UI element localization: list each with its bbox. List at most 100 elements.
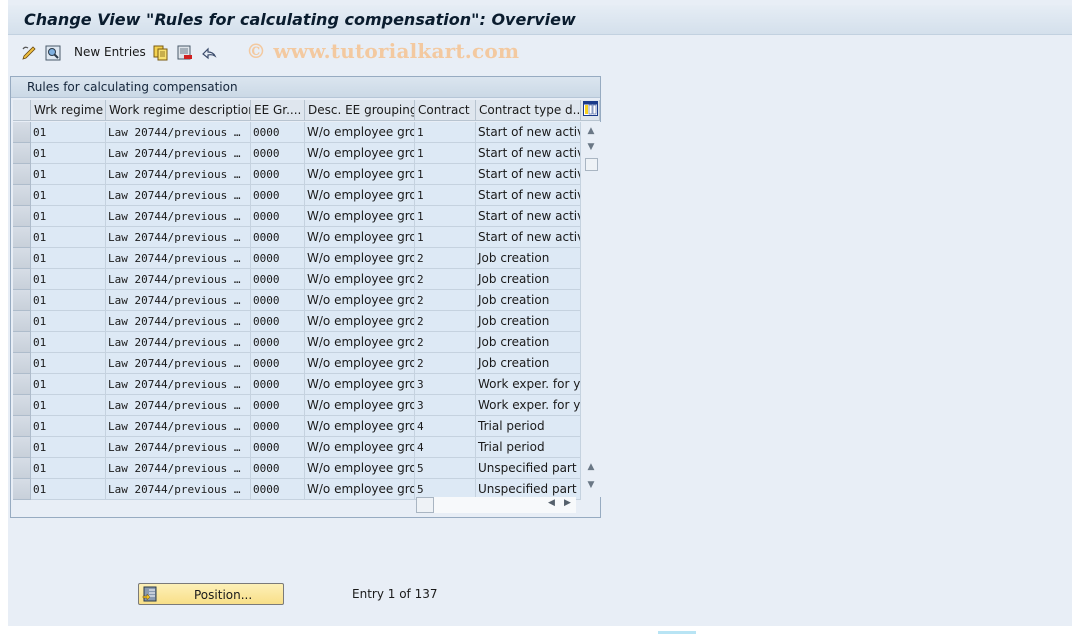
cell-wrk-regime[interactable]: 01 — [31, 395, 106, 416]
cell-ee-grouping[interactable]: 0000 — [251, 311, 305, 332]
cell-contract-type-desc[interactable]: Job creation — [476, 353, 581, 374]
row-selector[interactable] — [13, 206, 31, 227]
cell-work-regime-description[interactable]: Law 20744/previous … — [106, 122, 251, 143]
cell-desc-ee-grouping[interactable]: W/o employee gro… — [305, 458, 415, 479]
cell-contract[interactable]: 2 — [415, 290, 476, 311]
cell-wrk-regime[interactable]: 01 — [31, 227, 106, 248]
change-display-icon[interactable] — [20, 44, 38, 62]
cell-work-regime-description[interactable]: Law 20744/previous … — [106, 395, 251, 416]
cell-work-regime-description[interactable]: Law 20744/previous … — [106, 206, 251, 227]
cell-contract[interactable]: 2 — [415, 248, 476, 269]
cell-work-regime-description[interactable]: Law 20744/previous … — [106, 164, 251, 185]
select-all-header[interactable] — [13, 100, 31, 121]
cell-contract-type-desc[interactable]: Start of new activi — [476, 164, 581, 185]
cell-wrk-regime[interactable]: 01 — [31, 311, 106, 332]
horizontal-scrollbar[interactable]: ◀ ▶ — [416, 497, 576, 513]
cell-ee-grouping[interactable]: 0000 — [251, 458, 305, 479]
cell-work-regime-description[interactable]: Law 20744/previous … — [106, 143, 251, 164]
cell-desc-ee-grouping[interactable]: W/o employee gro… — [305, 332, 415, 353]
row-selector[interactable] — [13, 164, 31, 185]
cell-work-regime-description[interactable]: Law 20744/previous … — [106, 185, 251, 206]
scroll-page-up-icon[interactable]: ▲ — [584, 460, 598, 474]
scroll-thumb[interactable] — [585, 158, 598, 171]
undo-icon[interactable] — [200, 44, 218, 62]
cell-contract[interactable]: 1 — [415, 164, 476, 185]
column-header-contract-type-desc[interactable]: Contract type d... — [476, 100, 581, 121]
cell-desc-ee-grouping[interactable]: W/o employee gro… — [305, 143, 415, 164]
cell-desc-ee-grouping[interactable]: W/o employee gro… — [305, 185, 415, 206]
table-settings-icon[interactable] — [581, 100, 600, 121]
cell-contract[interactable]: 3 — [415, 374, 476, 395]
cell-wrk-regime[interactable]: 01 — [31, 143, 106, 164]
cell-contract[interactable]: 1 — [415, 227, 476, 248]
cell-contract-type-desc[interactable]: Trial period — [476, 437, 581, 458]
cell-contract[interactable]: 5 — [415, 458, 476, 479]
row-selector[interactable] — [13, 227, 31, 248]
cell-contract-type-desc[interactable]: Start of new activi — [476, 227, 581, 248]
delete-icon[interactable] — [176, 44, 194, 62]
cell-desc-ee-grouping[interactable]: W/o employee gro… — [305, 164, 415, 185]
row-selector[interactable] — [13, 269, 31, 290]
cell-ee-grouping[interactable]: 0000 — [251, 332, 305, 353]
cell-work-regime-description[interactable]: Law 20744/previous … — [106, 269, 251, 290]
cell-contract-type-desc[interactable]: Job creation — [476, 290, 581, 311]
scroll-right-icon[interactable]: ▶ — [564, 498, 571, 508]
column-header-work-regime-description[interactable]: Work regime description — [106, 100, 251, 121]
cell-desc-ee-grouping[interactable]: W/o employee gro… — [305, 269, 415, 290]
cell-work-regime-description[interactable]: Law 20744/previous … — [106, 248, 251, 269]
column-header-contract[interactable]: Contract — [415, 100, 476, 121]
vertical-scrollbar[interactable]: ▲ ▼ ▲ ▼ — [581, 122, 601, 497]
row-selector[interactable] — [13, 374, 31, 395]
cell-desc-ee-grouping[interactable]: W/o employee gro… — [305, 248, 415, 269]
cell-desc-ee-grouping[interactable]: W/o employee gro… — [305, 416, 415, 437]
cell-contract-type-desc[interactable]: Start of new activi — [476, 143, 581, 164]
cell-wrk-regime[interactable]: 01 — [31, 416, 106, 437]
cell-wrk-regime[interactable]: 01 — [31, 164, 106, 185]
cell-contract-type-desc[interactable]: Trial period — [476, 416, 581, 437]
cell-contract-type-desc[interactable]: Start of new activi — [476, 122, 581, 143]
scroll-page-down-icon[interactable]: ▼ — [584, 478, 598, 492]
cell-wrk-regime[interactable]: 01 — [31, 122, 106, 143]
cell-wrk-regime[interactable]: 01 — [31, 353, 106, 374]
cell-desc-ee-grouping[interactable]: W/o employee gro… — [305, 395, 415, 416]
cell-desc-ee-grouping[interactable]: W/o employee gro… — [305, 353, 415, 374]
cell-work-regime-description[interactable]: Law 20744/previous … — [106, 353, 251, 374]
cell-ee-grouping[interactable]: 0000 — [251, 395, 305, 416]
cell-desc-ee-grouping[interactable]: W/o employee gro… — [305, 437, 415, 458]
cell-ee-grouping[interactable]: 0000 — [251, 164, 305, 185]
cell-work-regime-description[interactable]: Law 20744/previous … — [106, 416, 251, 437]
cell-contract-type-desc[interactable]: Job creation — [476, 332, 581, 353]
position-button[interactable]: Position... — [138, 583, 284, 605]
cell-desc-ee-grouping[interactable]: W/o employee gro… — [305, 206, 415, 227]
cell-contract[interactable]: 1 — [415, 185, 476, 206]
scroll-down-icon[interactable]: ▼ — [584, 140, 598, 154]
cell-contract[interactable]: 4 — [415, 437, 476, 458]
cell-work-regime-description[interactable]: Law 20744/previous … — [106, 290, 251, 311]
cell-contract[interactable]: 1 — [415, 206, 476, 227]
cell-ee-grouping[interactable]: 0000 — [251, 353, 305, 374]
cell-ee-grouping[interactable]: 0000 — [251, 143, 305, 164]
new-entries-button[interactable]: New Entries — [74, 45, 146, 59]
cell-desc-ee-grouping[interactable]: W/o employee gro… — [305, 479, 415, 500]
cell-desc-ee-grouping[interactable]: W/o employee gro… — [305, 122, 415, 143]
cell-ee-grouping[interactable]: 0000 — [251, 416, 305, 437]
cell-desc-ee-grouping[interactable]: W/o employee gro… — [305, 290, 415, 311]
row-selector[interactable] — [13, 290, 31, 311]
row-selector[interactable] — [13, 248, 31, 269]
cell-contract-type-desc[interactable]: Work exper. for y… — [476, 374, 581, 395]
row-selector[interactable] — [13, 353, 31, 374]
cell-ee-grouping[interactable]: 0000 — [251, 122, 305, 143]
cell-contract[interactable]: 1 — [415, 122, 476, 143]
row-selector[interactable] — [13, 122, 31, 143]
cell-contract[interactable]: 2 — [415, 269, 476, 290]
cell-ee-grouping[interactable]: 0000 — [251, 374, 305, 395]
cell-contract-type-desc[interactable]: Start of new activi — [476, 206, 581, 227]
cell-desc-ee-grouping[interactable]: W/o employee gro… — [305, 374, 415, 395]
cell-desc-ee-grouping[interactable]: W/o employee gro… — [305, 311, 415, 332]
cell-contract-type-desc[interactable]: Job creation — [476, 311, 581, 332]
cell-ee-grouping[interactable]: 0000 — [251, 248, 305, 269]
cell-wrk-regime[interactable]: 01 — [31, 290, 106, 311]
cell-contract-type-desc[interactable]: Job creation — [476, 269, 581, 290]
cell-contract[interactable]: 3 — [415, 395, 476, 416]
cell-work-regime-description[interactable]: Law 20744/previous … — [106, 374, 251, 395]
